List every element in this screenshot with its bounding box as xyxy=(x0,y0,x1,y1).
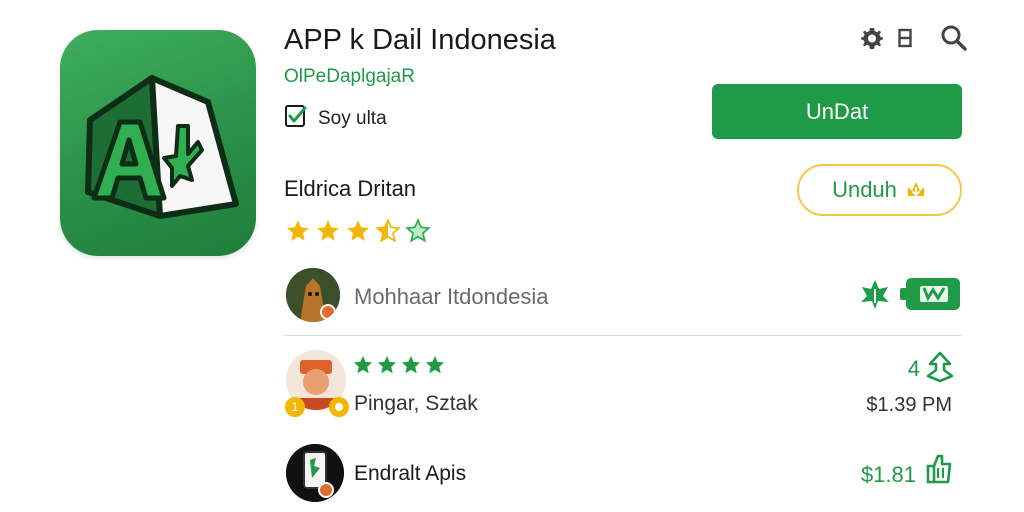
reviewer-name: Pingar, Sztak xyxy=(354,392,478,415)
star-icon xyxy=(401,355,421,374)
review-count: 4 xyxy=(907,356,920,381)
app-title: APP k Dail Indonesia xyxy=(284,24,556,56)
review-price: $1.39 PM xyxy=(866,394,952,416)
divider xyxy=(284,335,962,336)
download-button[interactable]: Unduh xyxy=(797,164,962,216)
star-empty-icon xyxy=(405,218,431,243)
leaf-icon[interactable] xyxy=(858,277,892,316)
publisher-row[interactable]: Mohhaar Itdondesia xyxy=(284,268,962,326)
developer-link[interactable]: OlPeDaplgajaR xyxy=(284,66,415,88)
update-button[interactable]: UnDat xyxy=(712,84,962,139)
star-icon xyxy=(353,355,373,374)
app-logo-icon xyxy=(60,30,256,256)
review-row[interactable]: 1 Pingar, Sztak 4 $1.39 PM xyxy=(284,348,962,420)
battery-icon[interactable] xyxy=(900,276,962,317)
svg-text:1: 1 xyxy=(292,400,299,414)
publisher-actions xyxy=(858,276,962,317)
verified-label: Soy ulta xyxy=(318,107,387,129)
rating-stars xyxy=(284,218,432,244)
related-app-row[interactable]: Endralt Apis $1.81 xyxy=(284,440,962,506)
rating-section-title: Eldrica Dritan xyxy=(284,176,417,201)
bookmark-icon[interactable] xyxy=(898,28,912,53)
related-app-icon xyxy=(286,444,344,502)
star-icon xyxy=(425,355,445,374)
star-full-icon xyxy=(317,220,339,241)
review-stars xyxy=(352,354,446,376)
toolbar-icons xyxy=(860,24,968,57)
thumbs-up-icon[interactable] xyxy=(924,452,954,491)
publisher-avatar-icon xyxy=(286,268,340,322)
download-label: Unduh xyxy=(832,177,897,202)
star-full-icon xyxy=(287,220,309,241)
related-app-name: Endralt Apis xyxy=(354,462,467,485)
publisher-name: Mohhaar Itdondesia xyxy=(354,284,549,309)
related-app-price: $1.81 xyxy=(860,462,916,487)
download-crown-icon xyxy=(907,182,924,197)
badge-icon xyxy=(329,397,349,417)
verified-badge: Soy ulta xyxy=(284,103,387,134)
checkbox-icon xyxy=(284,103,308,134)
badge-icon: 1 xyxy=(285,397,305,417)
star-full-icon xyxy=(347,220,369,241)
star-half-icon xyxy=(375,218,401,243)
reviewer-badges: 1 xyxy=(284,396,350,418)
star-icon xyxy=(377,355,397,374)
thumbs-up-icon[interactable] xyxy=(924,350,956,389)
search-icon[interactable] xyxy=(940,24,968,57)
gear-icon[interactable] xyxy=(860,26,884,55)
